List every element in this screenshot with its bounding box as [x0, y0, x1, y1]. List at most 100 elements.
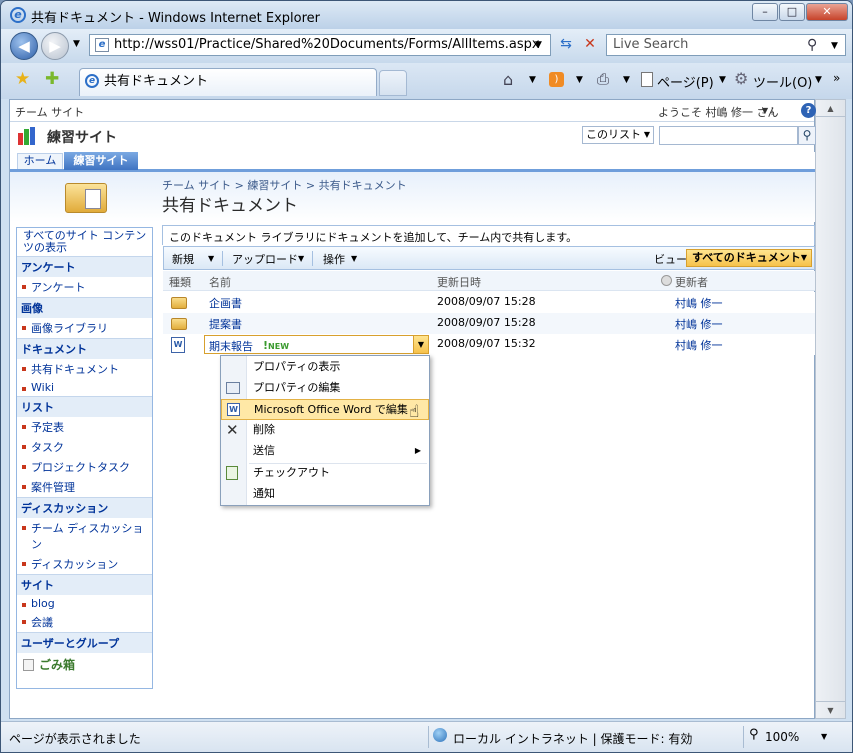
- welcome-menu[interactable]: ようこそ 村嶋 修一 さん: [658, 104, 779, 120]
- description-text: このドキュメント ライブラリにドキュメントを追加して、チーム内で共有します。: [169, 231, 578, 244]
- menu-item-send-to[interactable]: 送信 ▶: [221, 441, 429, 462]
- quick-launch-item[interactable]: 会議: [17, 612, 152, 632]
- print-icon[interactable]: ⎙: [597, 70, 609, 88]
- quick-launch-heading[interactable]: アンケート: [17, 256, 152, 277]
- item-modified-by[interactable]: 村嶋 修一: [675, 337, 723, 353]
- delete-x-icon: ✕: [226, 421, 239, 439]
- quick-launch-item[interactable]: ディスカッション: [17, 554, 152, 574]
- recycle-bin-link[interactable]: ごみ箱: [17, 653, 152, 676]
- page-dropdown-icon[interactable]: ▼: [719, 75, 726, 85]
- zone-text[interactable]: ローカル イントラネット | 保護モード: 有効: [453, 730, 692, 747]
- search-scope-select[interactable]: このリスト ▼: [582, 126, 654, 144]
- new-dropdown-icon[interactable]: ▼: [208, 254, 214, 263]
- quick-launch-heading[interactable]: ドキュメント: [17, 338, 152, 359]
- maximize-button[interactable]: □: [779, 3, 805, 21]
- status-text: ページが表示されました: [9, 732, 141, 746]
- item-name[interactable]: 企画書: [209, 295, 242, 311]
- quick-launch-item[interactable]: Wiki: [17, 379, 152, 396]
- address-dropdown-icon[interactable]: ▼: [535, 40, 542, 50]
- forward-button[interactable]: ▶: [41, 32, 69, 60]
- site-search-input[interactable]: [659, 126, 798, 145]
- quick-launch-item[interactable]: プロジェクトタスク: [17, 457, 152, 477]
- quick-launch-item[interactable]: 共有ドキュメント: [17, 359, 152, 379]
- status-bar: ページが表示されました ローカル イントラネット | 保護モード: 有効 ⚲ 1…: [1, 721, 852, 752]
- quick-launch-item[interactable]: アンケート: [17, 277, 152, 297]
- site-search-button[interactable]: ⚲: [798, 126, 816, 145]
- column-header-modified-by[interactable]: 更新者: [675, 274, 708, 290]
- minimize-button[interactable]: –: [752, 3, 778, 21]
- quick-launch-item[interactable]: 予定表: [17, 417, 152, 437]
- view-selector[interactable]: すべてのドキュメント ▼: [686, 249, 812, 267]
- actions-dropdown-icon[interactable]: ▼: [351, 254, 357, 263]
- stop-icon[interactable]: ✕: [579, 36, 601, 56]
- history-dropdown-icon[interactable]: ▼: [73, 39, 80, 49]
- vertical-scrollbar[interactable]: ▲ ▼: [815, 99, 846, 719]
- item-name[interactable]: 提案書: [209, 316, 242, 332]
- menu-item-alert[interactable]: 通知: [221, 484, 429, 505]
- quick-launch-item[interactable]: タスク: [17, 437, 152, 457]
- all-site-content-link[interactable]: すべてのサイト コンテンツの表示: [17, 228, 152, 256]
- quick-launch-item[interactable]: blog: [17, 595, 152, 612]
- scroll-up-arrow-icon[interactable]: ▲: [816, 100, 845, 117]
- quick-launch-heading[interactable]: ディスカッション: [17, 497, 152, 518]
- tab-current[interactable]: 共有ドキュメント: [79, 68, 377, 96]
- refresh-icon[interactable]: ⇆: [555, 36, 577, 56]
- upload-menu[interactable]: アップロード: [232, 251, 298, 267]
- print-dropdown-icon[interactable]: ▼: [623, 75, 630, 85]
- search-icon[interactable]: ⚲: [807, 37, 817, 53]
- close-button[interactable]: ✕: [806, 3, 848, 21]
- new-menu[interactable]: 新規: [172, 251, 194, 267]
- quick-launch-heading[interactable]: ユーザーとグループ: [17, 632, 152, 653]
- tab-home[interactable]: ホーム: [17, 153, 63, 169]
- quick-launch-heading[interactable]: サイト: [17, 574, 152, 595]
- address-field[interactable]: http://wss01/Practice/Shared%20Documents…: [89, 34, 551, 56]
- menu-item-delete[interactable]: ✕ 削除: [221, 420, 429, 441]
- column-header-name[interactable]: 名前: [209, 274, 231, 290]
- menu-item-edit-in-word[interactable]: W Microsoft Office Word で編集: [221, 399, 429, 420]
- new-tab-button[interactable]: [379, 70, 407, 96]
- new-badge-text: NEW: [268, 342, 290, 351]
- favorites-star-icon[interactable]: ★: [15, 69, 30, 89]
- menu-item-edit-properties[interactable]: プロパティの編集: [221, 378, 429, 399]
- actions-menu[interactable]: 操作: [323, 251, 345, 267]
- feeds-dropdown-icon[interactable]: ▼: [576, 75, 583, 85]
- search-options-icon[interactable]: ▼: [831, 41, 838, 51]
- chevron-more-icon[interactable]: »: [833, 71, 840, 85]
- upload-dropdown-icon[interactable]: ▼: [298, 254, 304, 263]
- zoom-level[interactable]: 100%: [765, 730, 799, 744]
- column-header-type[interactable]: 種類: [169, 274, 191, 290]
- menu-item-check-out[interactable]: チェックアウト: [221, 463, 429, 484]
- quick-launch-item[interactable]: 案件管理: [17, 477, 152, 497]
- table-row[interactable]: 提案書 2008/09/07 15:28 村嶋 修一: [163, 313, 815, 334]
- tools-dropdown-icon[interactable]: ▼: [815, 75, 822, 85]
- table-row[interactable]: W 期末報告 !NEW ▼ 2008/09/07 15:32 村嶋 修一: [163, 334, 815, 355]
- item-name-edit-box[interactable]: 期末報告 !NEW ▼: [204, 335, 429, 354]
- home-icon[interactable]: ⌂: [503, 70, 513, 89]
- menu-item-label: 通知: [253, 487, 275, 500]
- feeds-icon[interactable]: ): [549, 72, 564, 87]
- zoom-dropdown-icon[interactable]: ▼: [821, 732, 827, 741]
- quick-launch-item[interactable]: チーム ディスカッション: [17, 518, 152, 554]
- item-name[interactable]: 期末報告: [209, 338, 253, 354]
- help-icon[interactable]: ?: [801, 103, 816, 118]
- quick-launch-heading[interactable]: リスト: [17, 396, 152, 417]
- site-name[interactable]: 練習サイト: [47, 127, 117, 147]
- welcome-dropdown-icon[interactable]: ▼ |: [762, 106, 773, 115]
- menu-item-view-properties[interactable]: プロパティの表示: [221, 357, 429, 378]
- column-header-modified[interactable]: 更新日時: [437, 274, 481, 290]
- item-menu-button[interactable]: ▼: [413, 336, 428, 353]
- recycle-bin-label: ごみ箱: [39, 658, 76, 672]
- item-modified-by[interactable]: 村嶋 修一: [675, 295, 723, 311]
- add-favorites-icon[interactable]: ✚: [45, 69, 59, 89]
- quick-launch-item[interactable]: 画像ライブラリ: [17, 318, 152, 338]
- scroll-down-arrow-icon[interactable]: ▼: [816, 701, 845, 718]
- home-dropdown-icon[interactable]: ▼: [529, 75, 536, 85]
- team-site-link[interactable]: チーム サイト: [15, 104, 84, 120]
- item-modified-by[interactable]: 村嶋 修一: [675, 316, 723, 332]
- tools-menu[interactable]: ツール(O): [753, 72, 812, 91]
- back-button[interactable]: ◀: [10, 32, 38, 60]
- table-row[interactable]: 企画書 2008/09/07 15:28 村嶋 修一: [163, 292, 815, 313]
- page-menu[interactable]: ページ(P): [657, 72, 714, 91]
- quick-launch-heading[interactable]: 画像: [17, 297, 152, 318]
- tab-site[interactable]: 練習サイト: [64, 152, 138, 170]
